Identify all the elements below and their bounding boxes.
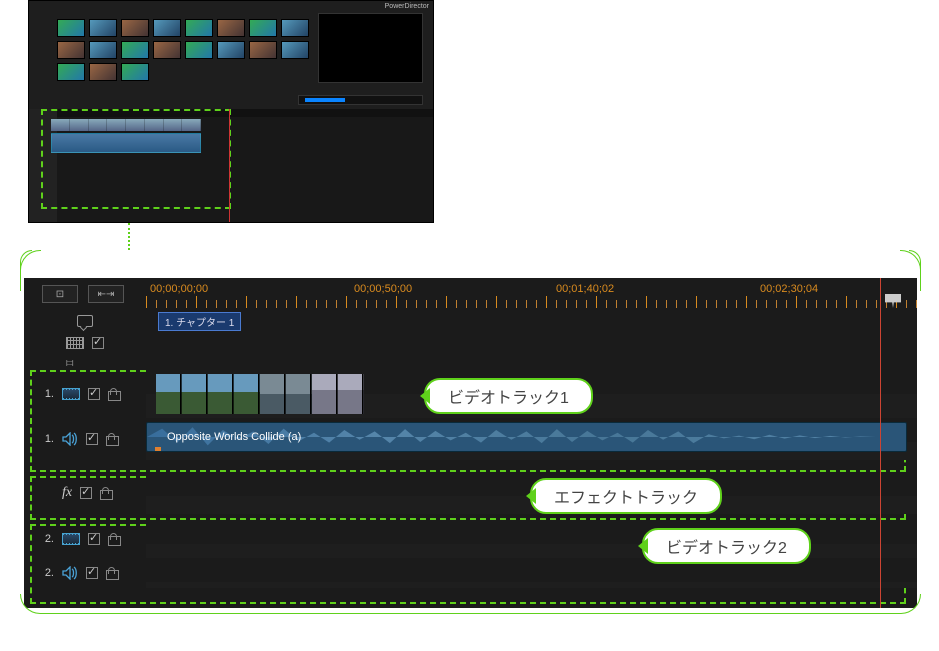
lock-icon[interactable] — [108, 533, 119, 546]
highlight-box — [41, 109, 231, 209]
callout-video-track-2: ビデオトラック2 — [642, 528, 811, 564]
mini-screenshot: PowerDirector — [28, 0, 434, 223]
lock-icon[interactable] — [106, 567, 117, 580]
audio-clip[interactable]: Opposite Worlds Collide (a) — [146, 422, 907, 452]
media-library-thumbs — [57, 19, 309, 81]
audio-track-icon[interactable] — [62, 566, 78, 580]
callout-video-track-1: ビデオトラック1 — [424, 378, 593, 414]
timeline-panel: ⊡ ⇤⇥ 00;00;00;00 00;00;50;00 00;01;40;02… — [24, 278, 917, 608]
timeline-tool-1[interactable]: ⊡ — [42, 285, 78, 303]
track-number: 1. — [42, 388, 54, 400]
subtitle-visible-checkbox[interactable] — [92, 337, 104, 349]
timecode: 00;01;40;02 — [556, 283, 614, 295]
track-audible-checkbox[interactable] — [86, 567, 98, 579]
timecode: 00;00;00;00 — [150, 283, 208, 295]
clip-marker-icon — [155, 447, 161, 452]
fx-track-icon[interactable]: fx — [62, 485, 72, 501]
razor-icon[interactable]: ⧦ — [66, 355, 73, 370]
time-ruler[interactable]: 00;00;00;00 00;00;50;00 00;01;40;02 00;0… — [146, 278, 917, 310]
track-visible-checkbox[interactable] — [88, 388, 100, 400]
callout-effect-track: エフェクトトラック — [530, 478, 722, 514]
track-visible-checkbox[interactable] — [80, 487, 92, 499]
video-clip[interactable] — [156, 374, 364, 414]
preview-controls — [298, 95, 423, 105]
track-audible-checkbox[interactable] — [86, 433, 98, 445]
callout-leader — [128, 223, 130, 250]
track-visible-checkbox[interactable] — [88, 533, 100, 545]
lock-icon[interactable] — [108, 388, 119, 401]
app-title: PowerDirector — [385, 3, 429, 10]
lock-icon[interactable] — [106, 433, 117, 446]
track-number: 2. — [42, 533, 54, 545]
video-track-icon[interactable] — [62, 533, 80, 545]
audio-track-icon[interactable] — [62, 432, 78, 446]
timeline-tool-snap[interactable]: ⇤⇥ — [88, 285, 124, 303]
track-number: 2. — [42, 567, 54, 579]
timecode: 00;02;30;04 — [760, 283, 818, 295]
track-number: 1. — [42, 433, 54, 445]
chapter-track-icon[interactable] — [77, 315, 93, 327]
timecode: 00;00;50;00 — [354, 283, 412, 295]
video-track-icon[interactable] — [62, 388, 80, 400]
track-effect: fx — [24, 472, 917, 514]
track-audio-1: 1. Opposite Worlds Collide (a) — [24, 418, 917, 460]
chapter-marker[interactable]: 1. チャプター 1 — [158, 312, 241, 331]
lock-icon[interactable] — [100, 487, 111, 500]
playhead[interactable] — [880, 278, 881, 608]
audio-clip-name: Opposite Worlds Collide (a) — [167, 431, 301, 443]
subtitle-track-icon[interactable] — [66, 337, 84, 349]
preview-panel — [318, 13, 423, 83]
